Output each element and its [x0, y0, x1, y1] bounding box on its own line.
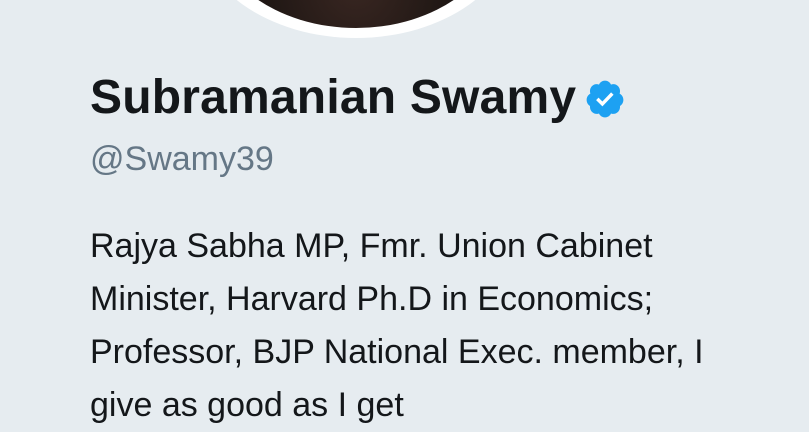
profile-card: Subramanian Swamy @Swamy39 Rajya Sabha M… [90, 66, 790, 432]
bio-line: Rajya Sabha MP, Fmr. Union Cabinet [90, 227, 653, 265]
name-row: Subramanian Swamy [90, 66, 790, 128]
avatar[interactable] [210, 0, 502, 28]
profile-bio: Rajya Sabha MP, Fmr. Union Cabinet Minis… [90, 220, 770, 432]
bio-line: Minister, Harvard Ph.D in Economics; [90, 280, 654, 318]
bio-line: Professor, BJP National Exec. member, I [90, 333, 704, 371]
bio-line: give as good as I get [90, 386, 404, 424]
verified-badge-icon [586, 80, 624, 118]
avatar-frame[interactable] [196, 0, 516, 38]
profile-handle[interactable]: @Swamy39 [90, 138, 790, 180]
profile-name[interactable]: Subramanian Swamy [90, 70, 576, 125]
